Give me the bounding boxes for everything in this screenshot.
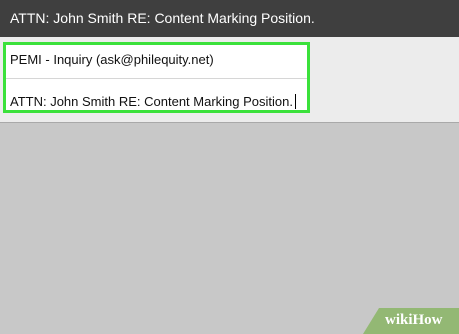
- subject-field-value: ATTN: John Smith RE: Content Marking Pos…: [10, 94, 293, 109]
- wikihow-logo: wikiHow: [385, 312, 443, 329]
- title-bar: ATTN: John Smith RE: Content Marking Pos…: [0, 0, 459, 37]
- text-cursor: [294, 94, 296, 109]
- from-field-value: PEMI - Inquiry (ask@philequity.net): [10, 52, 214, 67]
- subject-field[interactable]: ATTN: John Smith RE: Content Marking Pos…: [10, 94, 296, 109]
- title-bar-text: ATTN: John Smith RE: Content Marking Pos…: [10, 10, 315, 26]
- from-field[interactable]: PEMI - Inquiry (ask@philequity.net): [10, 52, 214, 67]
- field-separator: [6, 78, 307, 79]
- wikihow-watermark: wikiHow: [363, 308, 459, 334]
- wikihow-logo-how: How: [412, 312, 443, 328]
- wikihow-logo-wiki: wiki: [385, 312, 413, 328]
- form-divider: [0, 122, 459, 123]
